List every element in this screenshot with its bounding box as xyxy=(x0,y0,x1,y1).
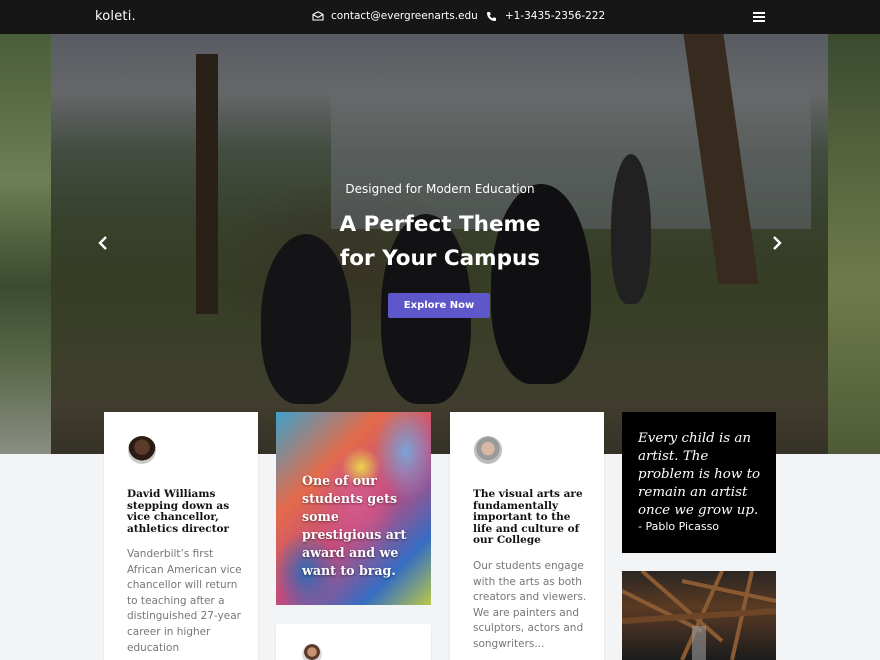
hero-subtitle: Designed for Modern Education xyxy=(345,182,535,196)
chevron-right-icon[interactable] xyxy=(770,235,784,251)
art-award-text: One of our students gets some prestigiou… xyxy=(302,473,407,578)
chevron-left-icon[interactable] xyxy=(96,235,110,251)
hero-title: A Perfect Theme for Your Campus xyxy=(0,208,880,276)
hamburger-menu-icon[interactable] xyxy=(753,12,765,22)
explore-now-button[interactable]: Explore Now xyxy=(388,293,490,318)
news-card-partial[interactable] xyxy=(276,624,431,660)
phone-icon xyxy=(485,10,499,22)
avatar xyxy=(474,436,502,464)
avatar xyxy=(128,436,156,464)
news-card-david-williams[interactable]: David Williams stepping down as vice cha… xyxy=(104,412,258,660)
contact-info: contact@evergreenarts.edu +1-3435-2356-2… xyxy=(311,10,605,22)
hero-slider: Designed for Modern Education A Perfect … xyxy=(0,34,880,454)
hero-title-line-1: A Perfect Theme xyxy=(339,212,541,237)
avatar xyxy=(302,644,322,660)
news-card-title[interactable]: The visual arts are fundamentally import… xyxy=(473,488,593,547)
contact-email[interactable]: contact@evergreenarts.edu xyxy=(331,10,478,22)
quote-author: - Pablo Picasso xyxy=(638,520,720,533)
site-logo[interactable]: koleti. xyxy=(95,9,136,24)
studio-photo xyxy=(622,571,776,660)
quote-card: Every child is an artist. The problem is… xyxy=(622,412,776,553)
top-bar: koleti. contact@evergreenarts.edu +1-343… xyxy=(0,0,880,34)
news-card-title[interactable]: David Williams stepping down as vice cha… xyxy=(127,488,245,535)
contact-phone[interactable]: +1-3435-2356-222 xyxy=(505,10,605,22)
news-card-visual-arts[interactable]: The visual arts are fundamentally import… xyxy=(450,412,604,660)
envelope-icon xyxy=(311,10,325,22)
art-award-card[interactable]: One of our students gets some prestigiou… xyxy=(276,412,431,605)
news-card-excerpt: Vanderbilt’s first African American vice… xyxy=(127,548,242,654)
quote-text: Every child is an artist. The problem is… xyxy=(638,431,761,518)
news-card-excerpt: Our students engage with the arts as bot… xyxy=(473,560,587,650)
photo-card-studio[interactable] xyxy=(622,571,776,660)
hero-title-line-2: for Your Campus xyxy=(339,246,541,271)
